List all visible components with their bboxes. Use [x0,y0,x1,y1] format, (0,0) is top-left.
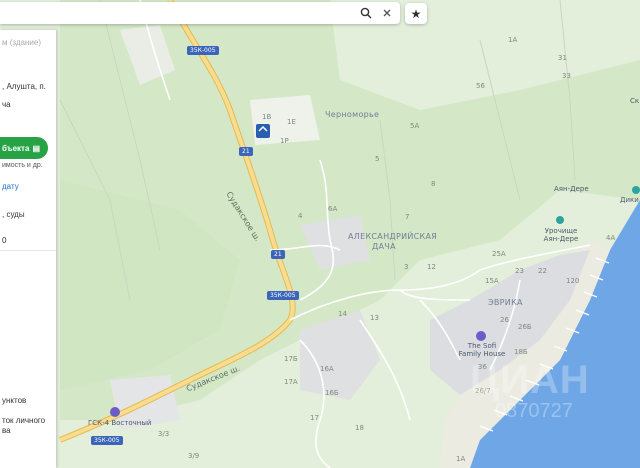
house-number: 1P [280,137,289,145]
house-number: 120 [566,277,580,285]
house-number: 25A [492,250,506,258]
poi-label: Дики [620,196,639,204]
watermark: ЦИАН [470,358,590,402]
house-number: 15A [485,277,499,285]
house-number: 14 [338,310,347,318]
house-number: 56 [476,82,485,90]
search-bar [0,2,400,24]
area-label: ЭВРИКА [488,298,523,307]
house-number: 7 [405,213,410,221]
beach-marker [632,186,640,194]
close-icon [383,9,391,17]
highway-badge: 35К-005 [91,436,123,445]
house-number: 18Б [514,348,528,356]
house-number: 33 [562,72,571,80]
poi-label: ГСК-4 Восточный [88,419,152,427]
poi-label: Аян-Дере [554,185,589,193]
address-line: ча [2,100,11,109]
house-number: 16A [320,365,334,373]
house-number: 3/9 [188,452,200,460]
poi-label: Ск [630,97,640,105]
house-number: 1E [287,118,296,126]
address-line: , Алушта, п. [2,82,46,91]
house-number: 5 [375,155,380,163]
house-number: 17A [284,378,298,386]
house-number: 13 [370,314,379,322]
order-report-button[interactable]: бъекта ▤ [0,137,48,159]
house-number: 8 [431,180,436,188]
garage-marker [110,407,120,417]
house-number: 5A [410,122,420,130]
address-input-placeholder[interactable]: м (здание) [2,38,41,47]
house-number: 22 [538,267,547,275]
house-number: 23 [515,267,524,275]
house-number: 26Б [518,323,532,331]
house-number: 3/3 [158,430,170,438]
document-icon: ▤ [32,143,40,153]
house-number: 16Б [325,389,339,397]
house-number: 26 [500,316,509,324]
house-number: 4A [606,234,616,242]
courts-text: , суды [2,210,25,219]
date-link[interactable]: дату [2,182,19,191]
search-input[interactable] [4,5,348,23]
house-number: 17Б [284,355,298,363]
area-label: ДАЧА [372,242,396,251]
house-number: 3 [404,263,409,271]
cta-subtitle: имость и др. [2,162,43,169]
area-label: Черноморье [325,110,380,119]
side-panel: м (здание) , Алушта, п. ча бъекта ▤ имос… [0,30,56,468]
poi-label: The Sofi Family House [458,342,506,358]
count-value: 0 [2,236,7,245]
highway-badge: 35К-005 [187,46,219,55]
bottom-text: ва [2,426,11,435]
divider [0,250,56,251]
house-number: 1A [508,36,518,44]
poi-label: Урочище Аян-Дере [543,227,579,243]
highway-badge: 35К-005 [267,291,299,300]
area-label: АЛЕКСАНДРИЙСКАЯ [348,232,438,241]
house-number: 1A [456,455,466,463]
house-number: 17 [310,414,319,422]
bottom-text: ток личного [2,416,46,425]
highway-badge: 21 [239,147,253,156]
house-number: 31 [558,54,567,62]
highway-badge: 21 [271,250,285,259]
house-number: 12 [427,263,436,271]
clear-button[interactable] [377,2,397,24]
house-number: 6A [328,205,338,213]
search-icon [360,7,372,19]
favorite-button[interactable]: ★ [405,3,427,24]
search-button[interactable] [356,2,376,24]
hotel-marker [476,331,486,341]
house-number: 18 [355,424,364,432]
house-number: 4 [298,212,303,220]
tract-marker [556,216,564,224]
house-number: 1B [262,113,272,121]
bottom-text: унктов [2,396,27,405]
star-icon: ★ [410,6,422,21]
watermark: 0870727 [495,400,573,422]
